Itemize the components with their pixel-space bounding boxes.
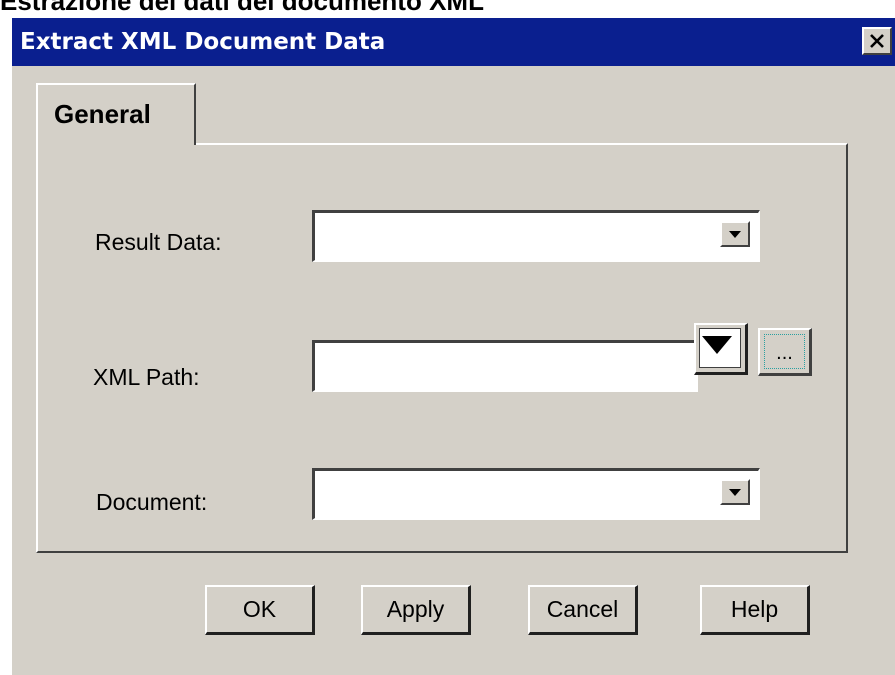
chevron-down-icon [729,489,741,496]
result-data-label: Result Data: [95,229,222,255]
page-caption: Estrazione dei dati del documento XML [0,0,484,16]
chevron-down-icon [702,336,732,354]
cancel-button[interactable]: Cancel [528,585,638,635]
xml-path-dropdown-button[interactable] [694,323,748,375]
window-title: Extract XML Document Data [20,29,386,55]
xml-path-label: XML Path: [93,364,200,390]
apply-button[interactable]: Apply [361,585,471,635]
xml-path-input[interactable] [312,340,698,392]
browse-button-label: ... [776,342,793,364]
help-button[interactable]: Help [700,585,810,635]
chevron-down-icon [729,231,741,238]
tab-general-label: General [54,99,151,129]
ok-button[interactable]: OK [205,585,315,635]
title-bar[interactable]: Extract XML Document Data [12,18,895,66]
document-dropdown-button[interactable] [720,479,750,505]
browse-button[interactable]: ... [758,328,812,376]
result-data-dropdown[interactable] [312,210,760,262]
document-label: Document: [96,489,208,515]
tab-general[interactable]: General [36,83,196,145]
document-dropdown[interactable] [312,468,760,520]
result-data-dropdown-button[interactable] [720,221,750,247]
close-x-icon [870,34,884,48]
close-button[interactable] [862,27,892,55]
